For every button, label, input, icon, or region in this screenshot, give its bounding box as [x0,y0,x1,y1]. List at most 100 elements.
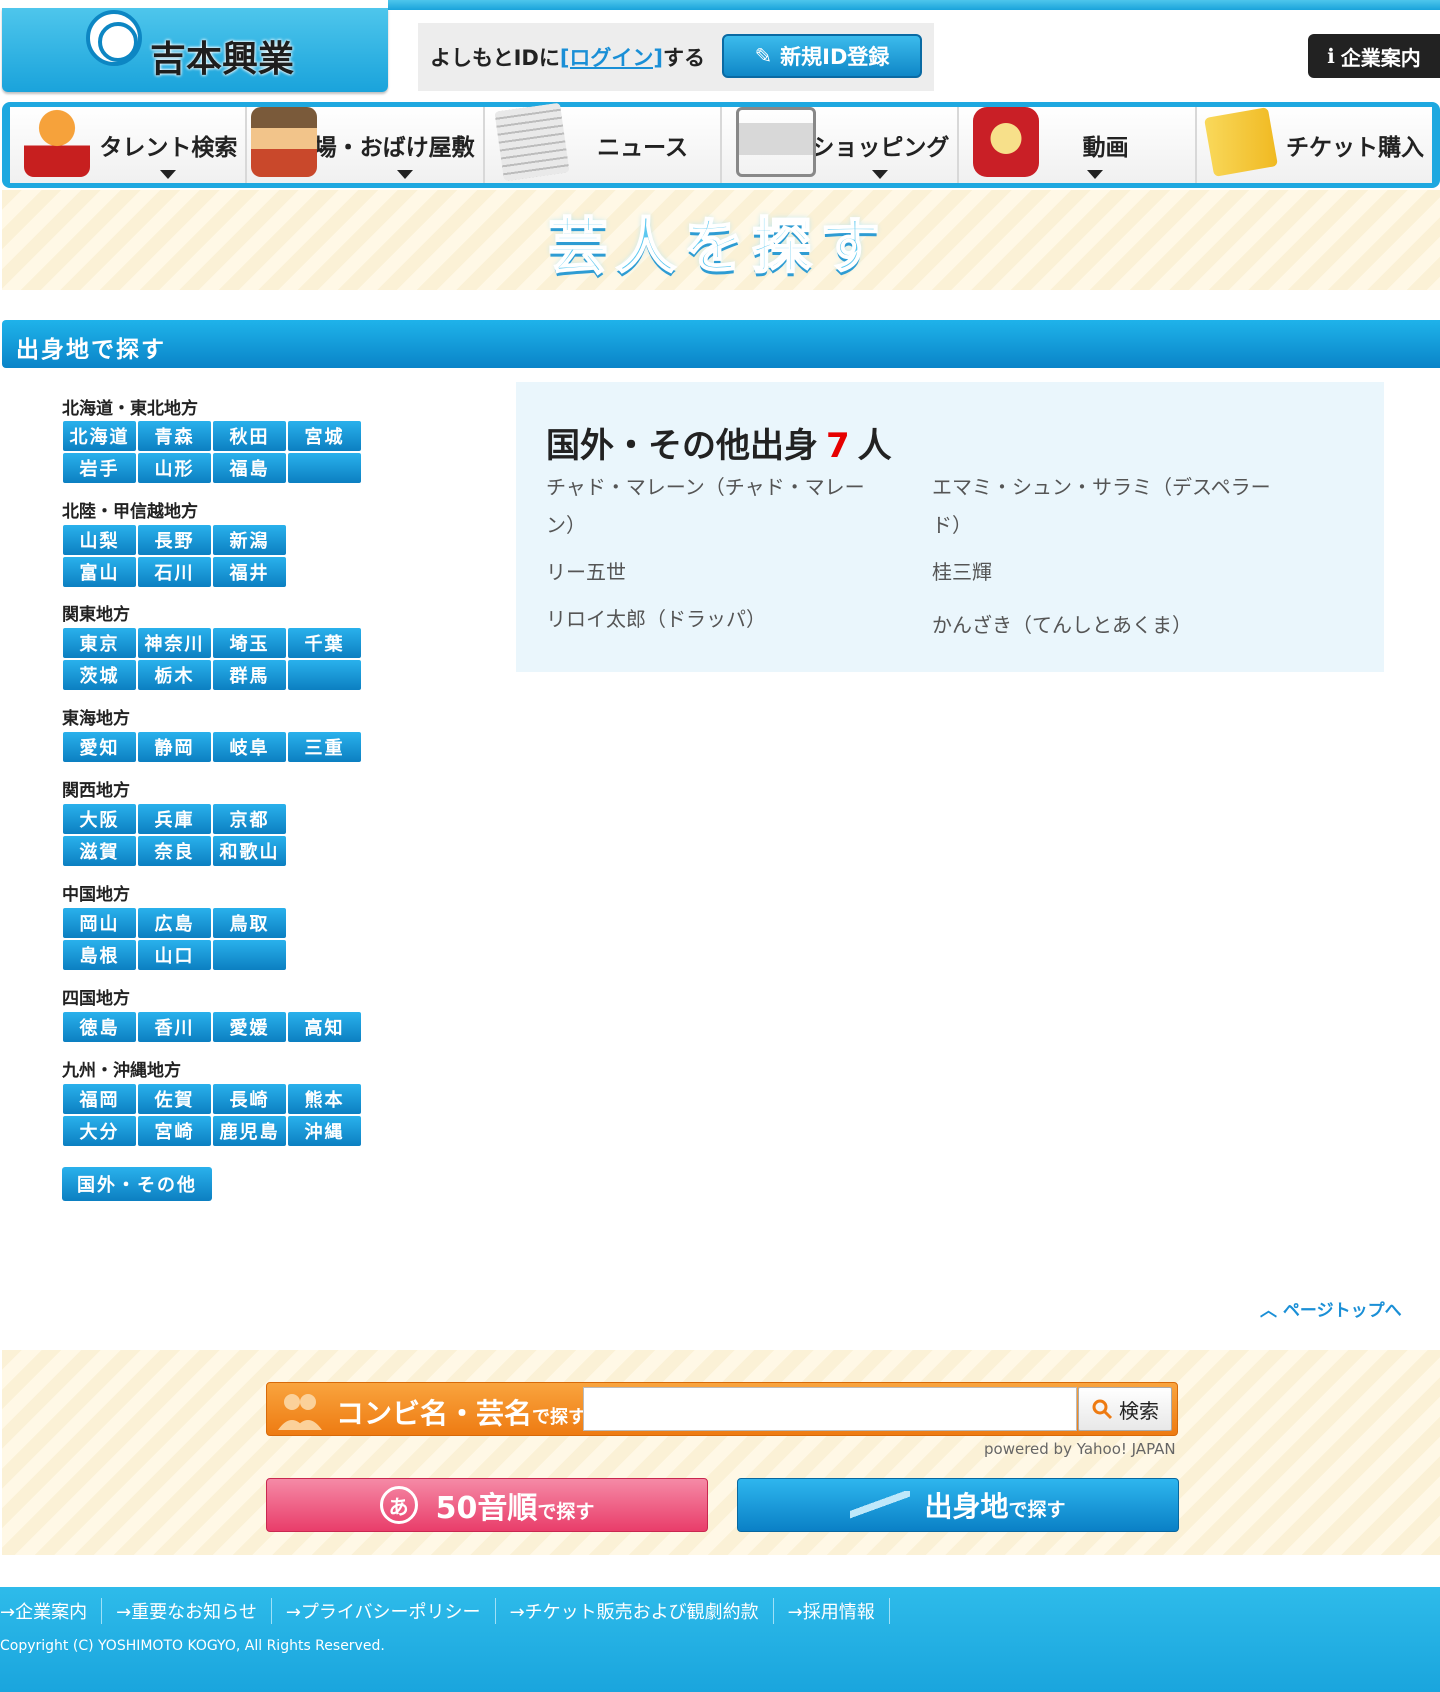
corporate-info-button[interactable]: ℹ 企業案内 [1308,34,1440,78]
nav-news[interactable]: ニュース [484,102,722,183]
region-label: 九州・沖縄地方 [62,1061,181,1081]
yoshimoto-logo-icon[interactable] [86,10,142,66]
pref-button[interactable]: 熊本 [287,1083,362,1115]
pref-grid: 大阪 兵庫 京都 滋賀 奈良 和歌山 [62,803,362,867]
pref-button[interactable]: 鳥取 [212,907,287,939]
pref-button[interactable]: 岡山 [62,907,137,939]
pref-button[interactable]: 福島 [212,452,287,484]
signup-button[interactable]: ✎ 新規ID登録 [722,34,922,78]
pref-button[interactable]: 島根 [62,939,137,971]
result-person-link[interactable]: エマミ・シュン・サラミ（デスペラード） [932,468,1272,544]
pref-button[interactable]: 岩手 [62,452,137,484]
pref-button[interactable]: 大阪 [62,803,137,835]
search-label: コンビ名・芸名で探す [336,1392,586,1432]
pref-button[interactable]: 奈良 [137,835,212,867]
pref-button[interactable]: 広島 [137,907,212,939]
tv-icon [973,107,1040,177]
nav-label: 動画 [1082,135,1129,161]
footer-link[interactable]: →採用情報 [788,1598,890,1624]
pref-button[interactable]: 福岡 [62,1083,137,1115]
footer-link[interactable]: →企業案内 [0,1598,103,1624]
pref-button[interactable]: 宮城 [287,420,362,452]
nav-theater[interactable]: 劇場・おばけ屋敷 [247,107,485,183]
nav-ticket[interactable]: チケット購入 [1196,107,1432,183]
nav-video[interactable]: 動画 [959,107,1197,183]
pref-grid: 岡山 広島 鳥取 島根 山口 [62,907,362,971]
region-label: 四国地方 [62,989,130,1009]
nav-talent-search[interactable]: タレント検索 [10,107,248,183]
pref-button[interactable]: 長崎 [212,1083,287,1115]
pref-button[interactable]: 大分 [62,1115,137,1147]
pref-button[interactable]: 宮崎 [137,1115,212,1147]
pref-button[interactable]: 岐阜 [212,731,287,763]
pref-button[interactable]: 千葉 [287,627,362,659]
pref-button[interactable]: 愛媛 [212,1011,287,1043]
pref-button[interactable]: 京都 [212,803,287,835]
result-person-link[interactable]: リロイ太郎（ドラッパ） [546,600,886,638]
pref-button[interactable]: 北海道 [62,420,137,452]
pref-button[interactable]: 栃木 [137,659,212,691]
search-by-hometown-button[interactable]: 出身地で探す [737,1478,1179,1532]
search-button[interactable]: 検索 [1078,1387,1172,1431]
region-label: 関西地方 [62,781,130,801]
pref-button[interactable]: 佐賀 [137,1083,212,1115]
pref-button[interactable]: 和歌山 [212,835,287,867]
pref-button[interactable]: 兵庫 [137,803,212,835]
pref-button[interactable]: 愛知 [62,731,137,763]
name-search-input[interactable] [583,1387,1077,1431]
pref-button[interactable]: 青森 [137,420,212,452]
footer-link[interactable]: →重要なお知らせ [116,1598,272,1624]
pref-button[interactable]: 香川 [137,1011,212,1043]
ticket-icon [1203,107,1278,177]
region-label: 関東地方 [62,605,130,625]
pref-button[interactable]: 新潟 [212,524,287,556]
pref-button[interactable]: 山梨 [62,524,137,556]
pref-button[interactable]: 高知 [287,1011,362,1043]
result-count: 7 [826,426,850,466]
nav-shopping[interactable]: ショッピング [721,107,960,183]
footer-links: →企業案内 →重要なお知らせ →プライバシーポリシー →チケット販売および観劇約… [0,1598,904,1624]
pref-button[interactable]: 石川 [137,556,212,588]
pref-button[interactable]: 滋賀 [62,835,137,867]
chevron-down-icon [160,170,176,179]
search-by-kana-button[interactable]: あ 50音順で探す [266,1478,708,1532]
login-prompt: よしもとIDに[ログイン]する [430,42,705,72]
hiragana-a-icon: あ [379,1486,418,1524]
result-person-link[interactable]: リー五世 [546,553,886,591]
pref-button[interactable]: 鹿児島 [212,1115,287,1147]
pref-button[interactable]: 山形 [137,452,212,484]
pref-button[interactable]: 沖縄 [287,1115,362,1147]
pref-button[interactable]: 茨城 [62,659,137,691]
search-label-main: コンビ名・芸名 [336,1397,533,1430]
pref-button[interactable]: 徳島 [62,1011,137,1043]
pref-button[interactable]: 群馬 [212,659,287,691]
footer-link[interactable]: →チケット販売および観劇約款 [510,1598,774,1624]
result-person-link[interactable]: チャド・マレーン（チャド・マレーン） [546,468,886,544]
region-label: 北海道・東北地方 [62,399,198,419]
pref-button[interactable]: 秋田 [212,420,287,452]
login-link[interactable]: [ログイン] [560,46,663,70]
pref-button[interactable]: 静岡 [137,731,212,763]
overseas-button[interactable]: 国外・その他 [62,1167,212,1201]
people-icon [272,1388,328,1432]
pref-button[interactable]: 山口 [137,939,212,971]
footer-link[interactable]: →プライバシーポリシー [286,1598,496,1624]
page-top-link[interactable]: ︿ ページトップへ [1260,1296,1402,1321]
pencil-icon: ✎ [754,44,773,68]
pref-grid: 北海道 青森 秋田 宮城 岩手 山形 福島 [62,420,362,484]
result-person-link[interactable]: かんざき（てんしとあくま） [932,606,1272,644]
top-strip [388,0,1440,10]
pref-button[interactable]: 東京 [62,627,137,659]
pref-button[interactable]: 福井 [212,556,287,588]
nav-label: 劇場・おばけ屋敷 [290,135,475,161]
grid-spacer [287,803,362,835]
result-person-link[interactable]: 桂三輝 [932,553,1272,591]
theater-icon [251,107,318,177]
pref-button[interactable]: 長野 [137,524,212,556]
pref-button[interactable]: 神奈川 [137,627,212,659]
logo-text[interactable]: 吉本興業 [150,30,294,82]
chevron-up-icon: ︿ [1260,1301,1277,1321]
pref-button[interactable]: 三重 [287,731,362,763]
pref-button[interactable]: 埼玉 [212,627,287,659]
pref-button[interactable]: 富山 [62,556,137,588]
